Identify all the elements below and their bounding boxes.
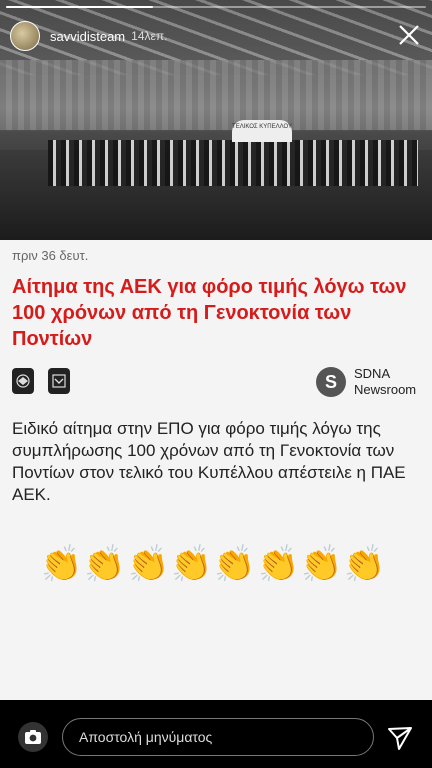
send-icon[interactable] xyxy=(386,724,414,752)
story-progress-bar xyxy=(6,6,426,8)
source-name-line2: Newsroom xyxy=(354,382,417,397)
paok-logo-icon xyxy=(48,368,70,394)
sdna-logo-icon: S xyxy=(316,367,346,397)
clapping-hands-emoji: 👏 xyxy=(80,543,129,587)
clapping-hands-emoji: 👏 xyxy=(297,543,345,587)
story-progress-fill xyxy=(6,6,153,8)
reply-bar xyxy=(0,700,432,768)
aek-logo-icon xyxy=(12,368,34,394)
source-sdna[interactable]: S SDNA Newsroom xyxy=(316,366,416,398)
clapping-emojis: 👏 👏 👏 👏 👏 👏 👏 👏 xyxy=(37,543,400,587)
club-logos xyxy=(12,368,70,394)
article-posted-time: πριν 36 δευτ. xyxy=(12,248,89,263)
ad-board: ΤΕΛΙΚΟΣ ΚΥΠΕΛΛΟΥ xyxy=(232,120,292,142)
story-time: 14λεπ. xyxy=(131,29,168,43)
close-icon[interactable] xyxy=(396,22,422,48)
source-name: SDNA Newsroom xyxy=(354,366,416,398)
username[interactable]: savvidisteam xyxy=(50,29,125,44)
clapping-hands-emoji: 👏 xyxy=(340,543,389,587)
article-body: Ειδικό αίτημα στην ΕΠΟ για φόρο τιμής λό… xyxy=(12,419,406,504)
clapping-hands-emoji: 👏 xyxy=(254,543,302,587)
players-lineup xyxy=(48,140,418,186)
clapping-hands-emoji: 👏 xyxy=(210,543,259,587)
article-title[interactable]: Αίτημα της ΑΕΚ για φόρο τιμής λόγω των 1… xyxy=(12,274,422,352)
camera-icon[interactable] xyxy=(18,722,48,752)
clapping-hands-emoji: 👏 xyxy=(167,543,215,587)
clapping-hands-emoji: 👏 xyxy=(37,543,85,587)
story-header: savvidisteam 14λεπ. xyxy=(10,20,167,52)
clapping-hands-emoji: 👏 xyxy=(124,543,172,587)
message-input[interactable] xyxy=(62,718,374,756)
source-name-line1: SDNA xyxy=(354,366,391,381)
article-card[interactable]: πριν 36 δευτ. Αίτημα της ΑΕΚ για φόρο τι… xyxy=(0,240,432,700)
avatar[interactable] xyxy=(10,21,40,51)
stadium-stands xyxy=(0,60,432,130)
